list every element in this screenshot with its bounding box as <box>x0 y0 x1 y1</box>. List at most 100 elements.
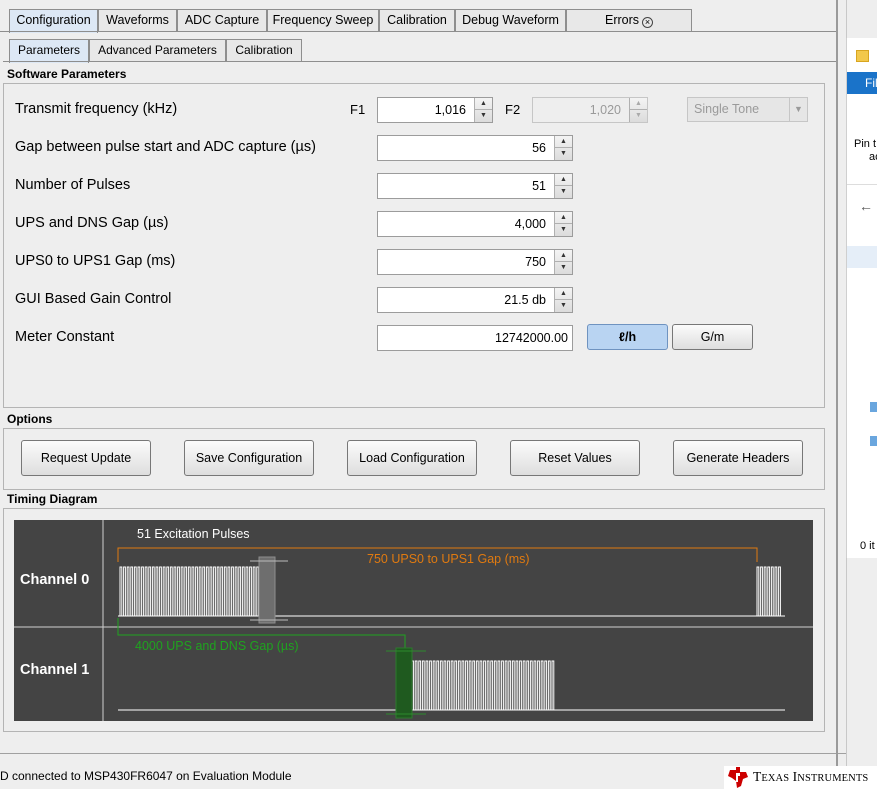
channel0-pulse-train <box>119 566 264 617</box>
num-pulses-label: Number of Pulses <box>15 177 131 193</box>
ti-logo-icon <box>728 767 748 788</box>
spinner-arrows: ▲ ▼ <box>554 136 572 160</box>
back-arrow-icon[interactable]: ← <box>859 198 873 214</box>
file-menu-label: Fil <box>865 76 877 90</box>
gap-adc-label: Gap between pulse start and ADC capture … <box>15 139 316 155</box>
f2-value: 1,020 <box>589 103 621 117</box>
save-configuration-button[interactable]: Save Configuration <box>184 440 314 476</box>
tab-label: Debug Waveform <box>462 13 559 27</box>
spinner-arrows: ▲ ▼ <box>554 250 572 274</box>
ti-logo: TEXAS INSTRUMENTS <box>724 766 877 789</box>
ups-dns-gap-text: 4000 UPS and DNS Gap (µs) <box>135 639 299 653</box>
f1-spinner[interactable]: 1,016 ▲ ▼ <box>377 97 493 123</box>
tab-configuration[interactable]: Configuration <box>9 9 98 33</box>
spin-up-icon[interactable]: ▲ <box>555 136 572 148</box>
spin-up-icon[interactable]: ▲ <box>555 212 572 224</box>
ups0-ups1-gap-label: UPS0 to UPS1 Gap (ms) <box>15 253 176 269</box>
channel0-label: Channel 0 <box>20 572 90 588</box>
tab-calibration[interactable]: Calibration <box>379 9 455 32</box>
f2-spinner: 1,020 ▲ ▼ <box>532 97 648 123</box>
tab-label: Parameters <box>17 43 81 57</box>
ups-dns-gap-spinner[interactable]: 4,000 ▲ ▼ <box>377 211 573 237</box>
gap-adc-value: 56 <box>532 141 546 155</box>
file-menu-tab[interactable]: Fil <box>847 72 877 94</box>
gap-adc-spinner[interactable]: 56 ▲ ▼ <box>377 135 573 161</box>
computer-icon <box>870 402 877 412</box>
timing-diagram-title: Timing Diagram <box>7 492 98 506</box>
divider <box>847 184 877 185</box>
tab-waveforms[interactable]: Waveforms <box>98 9 177 32</box>
tab-frequency-sweep[interactable]: Frequency Sweep <box>267 9 379 32</box>
tab-label: Errors <box>604 13 640 27</box>
spin-up-icon: ▲ <box>630 98 647 110</box>
spin-down-icon[interactable]: ▼ <box>555 186 572 198</box>
tab-errors[interactable]: Errors × <box>566 9 692 32</box>
spinner-arrows: ▲ ▼ <box>629 98 647 122</box>
channel0-adc-marker[interactable] <box>258 556 276 624</box>
tone-mode-select: Single Tone ▼ <box>687 97 808 122</box>
spin-down-icon[interactable]: ▼ <box>555 224 572 236</box>
ups0-ups1-gap-value: 750 <box>525 255 546 269</box>
f2-label: F2 <box>505 102 521 117</box>
ti-logo-text: TEXAS INSTRUMENTS <box>753 769 869 784</box>
sub-tab-divider <box>3 61 836 62</box>
num-pulses-value: 51 <box>532 179 546 193</box>
excitation-pulses-text: 51 Excitation Pulses <box>137 527 250 541</box>
num-pulses-spinner[interactable]: 51 ▲ ▼ <box>377 173 573 199</box>
spin-down-icon[interactable]: ▼ <box>555 300 572 312</box>
spinner-arrows: ▲ ▼ <box>474 98 492 122</box>
frame-border <box>0 753 846 754</box>
channel1-pulse-train <box>407 660 556 711</box>
spinner-arrows: ▲ ▼ <box>554 174 572 198</box>
close-icon[interactable]: × <box>642 17 654 28</box>
f1-value: 1,016 <box>434 103 466 117</box>
network-icon <box>870 436 877 446</box>
tab-parameters[interactable]: Parameters <box>9 39 89 63</box>
tab-sub-calibration[interactable]: Calibration <box>226 39 302 62</box>
pulse-train-path <box>119 566 264 617</box>
pin-text: Pin t <box>854 138 877 150</box>
timing-diagram: Channel 0 Channel 1 51 Excitation Pulses… <box>14 520 813 721</box>
tab-divider <box>0 31 836 32</box>
tab-label: Configuration <box>16 13 91 27</box>
ups-dns-gap-value: 4,000 <box>514 217 546 231</box>
selected-nav-item[interactable] <box>847 246 877 268</box>
channel1-adc-marker[interactable] <box>395 647 413 719</box>
reset-values-button[interactable]: Reset Values <box>510 440 640 476</box>
background-explorer-window: Fil Pin t ac ← 0 it <box>846 38 877 558</box>
tab-label: Calibration <box>387 13 447 27</box>
load-configuration-button[interactable]: Load Configuration <box>347 440 477 476</box>
generate-headers-button[interactable]: Generate Headers <box>673 440 803 476</box>
gain-control-spinner[interactable]: 21.5 db ▲ ▼ <box>377 287 573 313</box>
chevron-down-icon: ▼ <box>789 98 807 121</box>
spin-down-icon[interactable]: ▼ <box>555 148 572 160</box>
timing-diagram-canvas <box>14 520 813 721</box>
tab-label: Advanced Parameters <box>98 43 217 57</box>
unit-gallons-per-minute-button[interactable]: G/m <box>672 324 753 350</box>
tab-advanced-parameters[interactable]: Advanced Parameters <box>89 39 226 62</box>
frame-border <box>836 0 838 767</box>
item-count-text: 0 it <box>860 540 875 552</box>
tab-debug-waveform[interactable]: Debug Waveform <box>455 9 566 32</box>
tone-mode-value: Single Tone <box>694 102 760 116</box>
transmit-frequency-label: Transmit frequency (kHz) <box>15 101 178 117</box>
tab-label: Frequency Sweep <box>272 13 374 27</box>
spin-up-icon[interactable]: ▲ <box>555 288 572 300</box>
channel1-label: Channel 1 <box>20 662 90 678</box>
spin-up-icon[interactable]: ▲ <box>555 174 572 186</box>
folder-icon <box>856 50 869 62</box>
spin-up-icon[interactable]: ▲ <box>555 250 572 262</box>
ups0-ups1-gap-text: 750 UPS0 to UPS1 Gap (ms) <box>367 552 530 566</box>
spin-down-icon[interactable]: ▼ <box>555 262 572 274</box>
app-window: Configuration Waveforms ADC Capture Freq… <box>0 0 877 789</box>
channel0-pulse-train-end <box>756 566 783 617</box>
ups0-ups1-gap-spinner[interactable]: 750 ▲ ▼ <box>377 249 573 275</box>
unit-liters-per-hour-button[interactable]: ℓ/h <box>587 324 668 350</box>
software-parameters-panel <box>3 83 825 408</box>
meter-constant-field[interactable]: 12742000.00 <box>377 325 573 351</box>
spin-down-icon[interactable]: ▼ <box>475 110 492 122</box>
request-update-button[interactable]: Request Update <box>21 440 151 476</box>
spin-up-icon[interactable]: ▲ <box>475 98 492 110</box>
tab-adc-capture[interactable]: ADC Capture <box>177 9 267 32</box>
gain-control-value: 21.5 db <box>504 293 546 307</box>
